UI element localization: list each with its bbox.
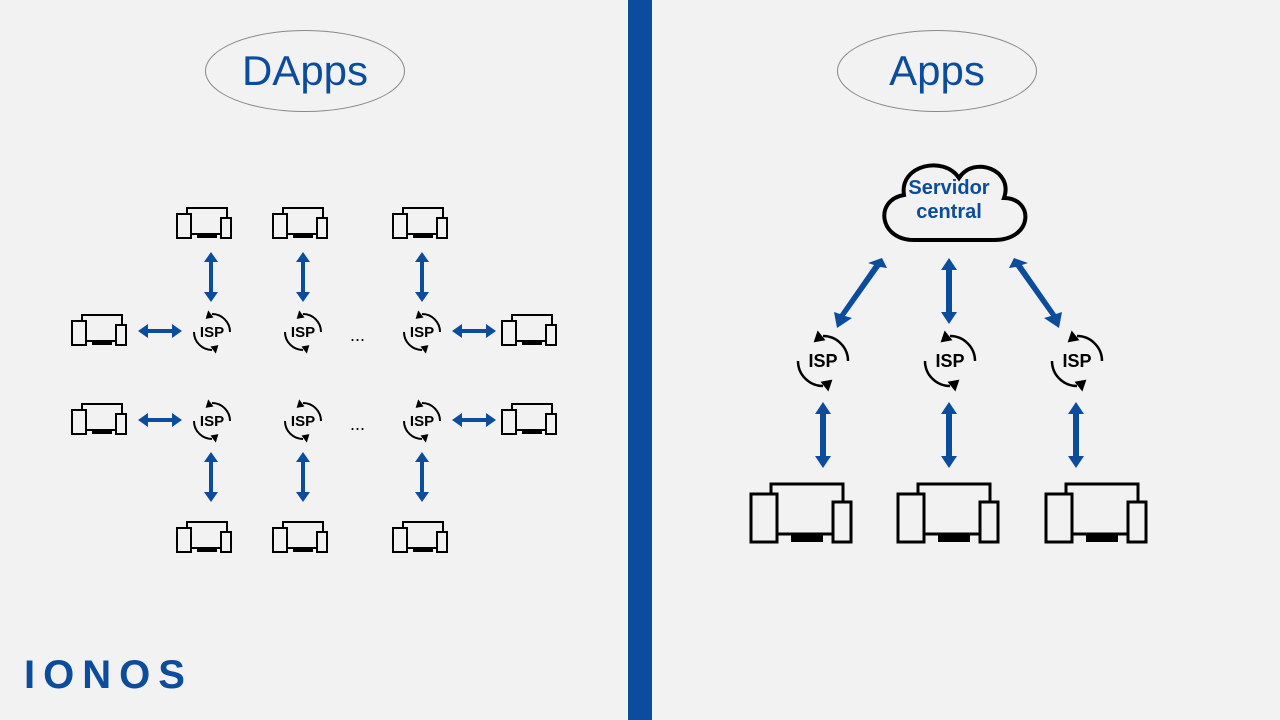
arrow-vertical-icon <box>296 252 310 302</box>
isp-label: ISP <box>1062 351 1091 372</box>
arrow-vertical-icon <box>415 252 429 302</box>
isp-node: ISP <box>919 330 981 392</box>
arrow-diag-icon <box>1004 258 1064 328</box>
devices-icon <box>1042 480 1152 555</box>
arrow-horizontal-icon <box>138 413 182 427</box>
ellipsis: ... <box>350 414 365 435</box>
cloud-label: Servidor central <box>908 176 989 224</box>
isp-label: ISP <box>200 413 224 430</box>
isp-node: ISP <box>792 330 854 392</box>
isp-label: ISP <box>410 324 434 341</box>
dapps-panel: DApps ISP ISP ... ISP ISP ISP ... ISP <box>0 0 628 720</box>
arrow-vertical-icon <box>941 258 957 324</box>
arrow-diag-icon <box>832 258 892 328</box>
arrow-horizontal-icon <box>452 324 496 338</box>
devices-icon <box>175 206 235 244</box>
isp-node: ISP <box>281 399 325 443</box>
isp-node: ISP <box>400 310 444 354</box>
vertical-divider <box>628 0 652 720</box>
devices-icon <box>391 520 451 558</box>
devices-icon <box>175 520 235 558</box>
arrow-horizontal-icon <box>452 413 496 427</box>
devices-icon <box>70 313 130 351</box>
isp-label: ISP <box>291 324 315 341</box>
dapps-title: DApps <box>242 47 368 95</box>
brand-logo: IONOS <box>24 653 193 698</box>
apps-title: Apps <box>889 47 985 95</box>
devices-icon <box>747 480 857 555</box>
arrow-vertical-icon <box>204 452 218 502</box>
arrow-vertical-icon <box>204 252 218 302</box>
isp-node: ISP <box>190 310 234 354</box>
arrow-vertical-icon <box>941 402 957 468</box>
isp-label: ISP <box>935 351 964 372</box>
apps-title-bubble: Apps <box>837 30 1037 112</box>
isp-node: ISP <box>400 399 444 443</box>
devices-icon <box>500 313 560 351</box>
devices-icon <box>70 402 130 440</box>
devices-icon <box>271 206 331 244</box>
ellipsis: ... <box>350 325 365 346</box>
dapps-title-bubble: DApps <box>205 30 405 112</box>
apps-panel: Apps Servidor central ISP ISP ISP <box>652 0 1280 720</box>
arrow-horizontal-icon <box>138 324 182 338</box>
isp-label: ISP <box>200 324 224 341</box>
arrow-vertical-icon <box>296 452 310 502</box>
devices-icon <box>894 480 1004 555</box>
isp-node: ISP <box>190 399 234 443</box>
devices-icon <box>391 206 451 244</box>
isp-label: ISP <box>808 351 837 372</box>
arrow-vertical-icon <box>415 452 429 502</box>
isp-label: ISP <box>291 413 315 430</box>
isp-node: ISP <box>1046 330 1108 392</box>
devices-icon <box>500 402 560 440</box>
isp-node: ISP <box>281 310 325 354</box>
devices-icon <box>271 520 331 558</box>
arrow-vertical-icon <box>815 402 831 468</box>
isp-label: ISP <box>410 413 434 430</box>
cloud-server: Servidor central <box>864 140 1034 260</box>
arrow-vertical-icon <box>1068 402 1084 468</box>
